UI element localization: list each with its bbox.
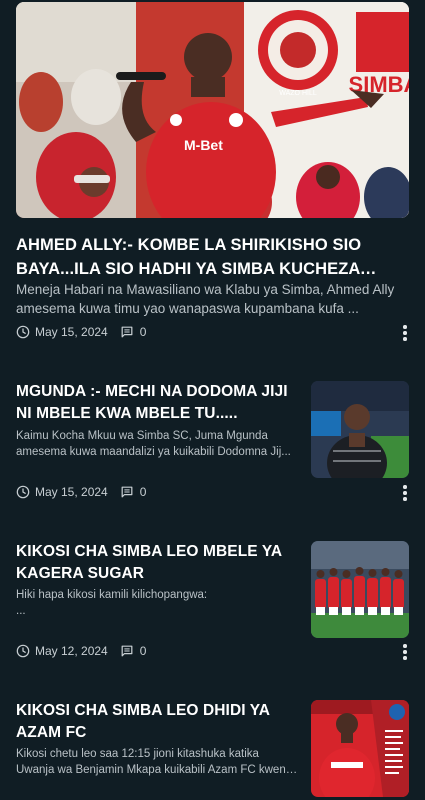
article-title[interactable]: MGUNDA :- MECHI NA DODOMA JIJI NI MBELE … <box>16 381 298 425</box>
article-excerpt: Kaimu Kocha Mkuu wa Simba SC, Juma Mgund… <box>16 430 291 458</box>
article-thumbnail[interactable] <box>311 700 409 797</box>
article-excerpt: Kikosi chetu leo saa 12:15 jioni kitashu… <box>16 748 298 776</box>
comment-icon <box>121 326 133 338</box>
article-title[interactable]: KIKOSI CHA SIMBA LEO MBELE YA KAGERA SUG… <box>16 541 298 585</box>
featured-meta: May 15, 2024 0 <box>16 323 146 341</box>
featured-title[interactable]: AHMED ALLY:- KOMBE LA SHIRIKISHO SIO BAY… <box>16 233 411 281</box>
article-date: May 12, 2024 <box>35 644 108 658</box>
featured-image[interactable]: WAZO HILL SIMBA M-Bet <box>16 2 409 218</box>
more-vertical-icon[interactable] <box>399 324 411 342</box>
jersey-sponsor-text: M-Bet <box>184 137 223 153</box>
article-comment-count: 0 <box>139 485 147 499</box>
featured-excerpt: Meneja Habari na Mawasiliano wa Klabu ya… <box>16 282 395 316</box>
article-title[interactable]: KIKOSI CHA SIMBA LEO DHIDI YA AZAM FC <box>16 700 298 744</box>
article-excerpt: Hiki hapa kikosi kamili kilichopangwa: .… <box>16 589 208 617</box>
featured-comment-count: 0 <box>139 325 147 339</box>
clock-icon <box>16 644 30 658</box>
article-meta: May 12, 2024 0 <box>16 642 146 660</box>
article-thumbnail[interactable] <box>311 381 409 478</box>
article-meta: May 15, 2024 0 <box>16 483 146 501</box>
comment-icon <box>121 486 133 498</box>
more-vertical-icon[interactable] <box>399 643 411 661</box>
article-thumbnail[interactable] <box>311 541 409 638</box>
featured-date: May 15, 2024 <box>35 325 108 339</box>
article-comment-count: 0 <box>139 644 147 658</box>
clock-icon <box>16 485 30 499</box>
crest-text: WAZO HILL <box>279 90 317 97</box>
clock-icon <box>16 325 30 339</box>
comment-icon <box>121 645 133 657</box>
more-vertical-icon[interactable] <box>399 484 411 502</box>
article-date: May 15, 2024 <box>35 485 108 499</box>
